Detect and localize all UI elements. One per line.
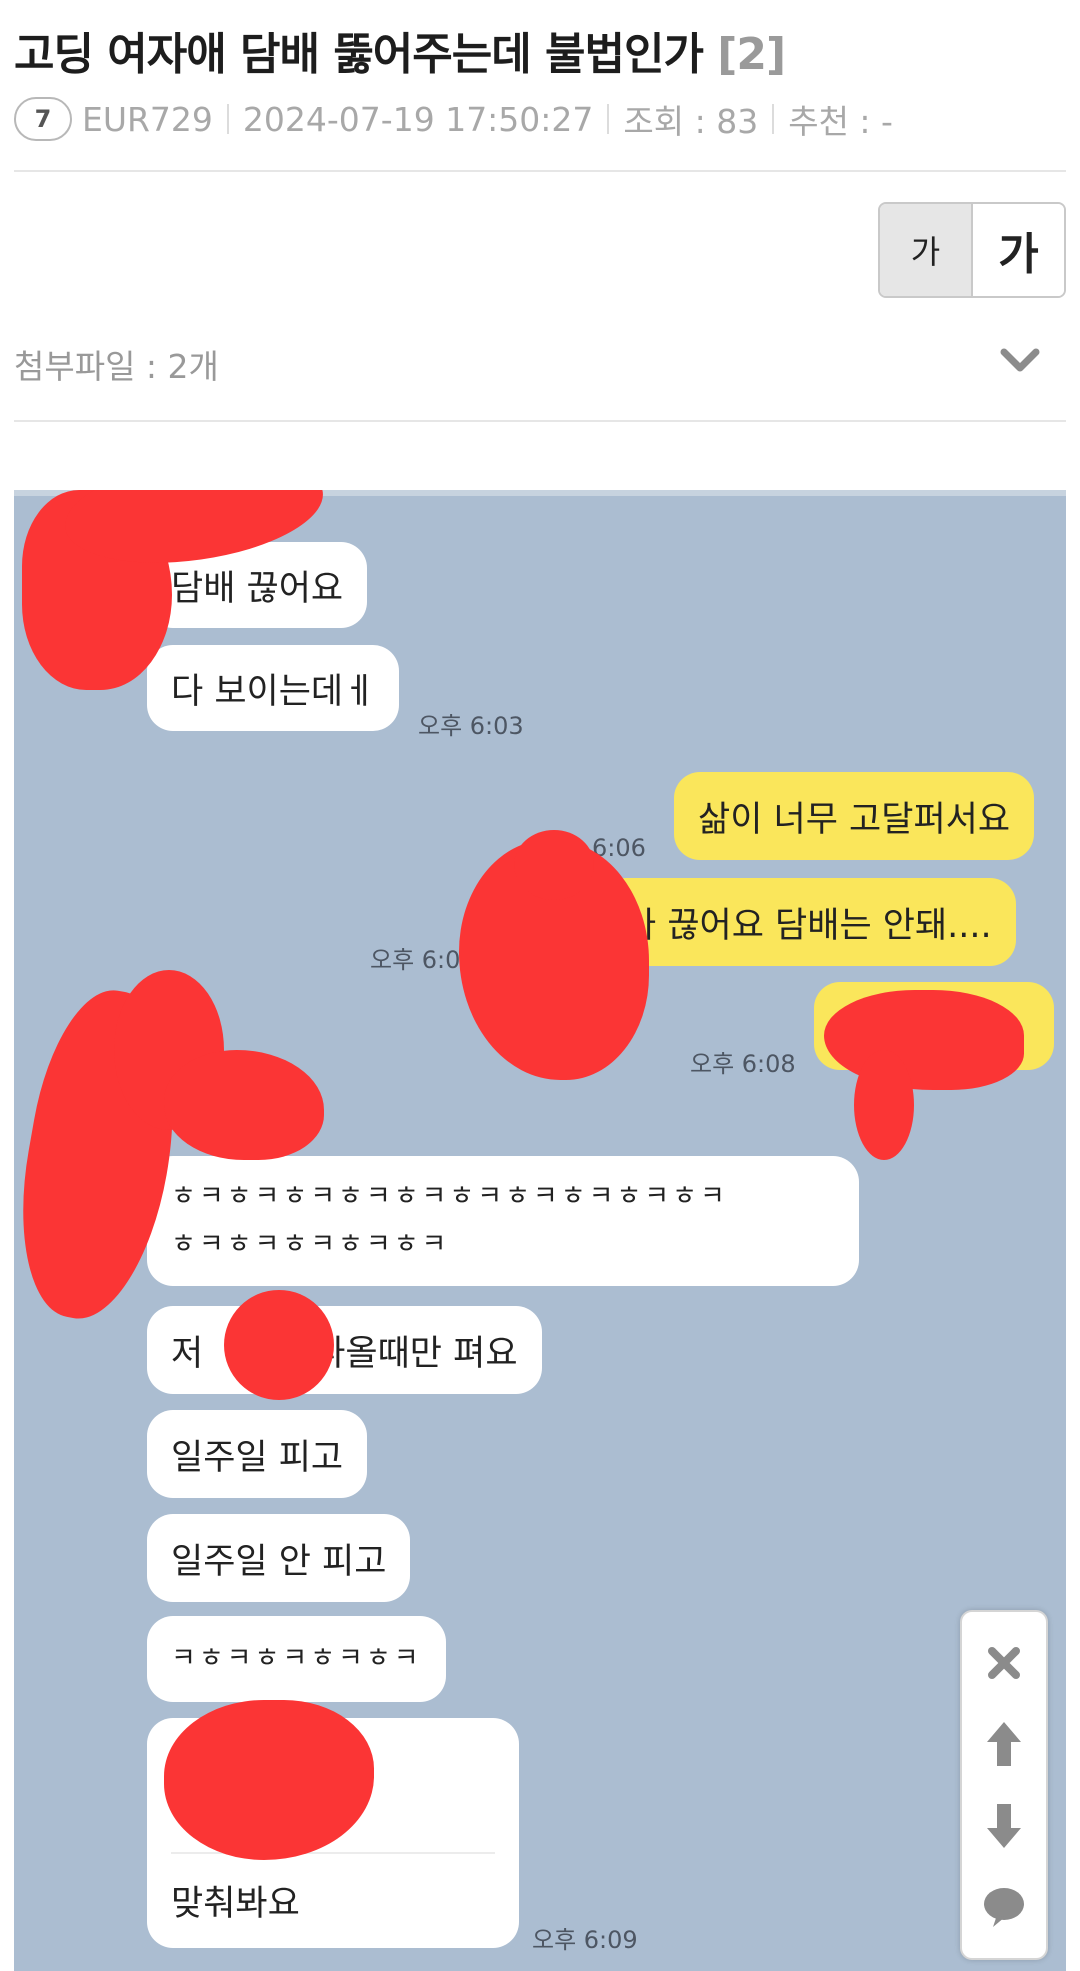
chat-text: 일주일 피고	[171, 1437, 344, 1478]
chat-text: 저	[171, 1333, 204, 1374]
chat-text: 일주일 안 피고	[171, 1541, 387, 1582]
comment-bubble-icon	[984, 1888, 1024, 1928]
scroll-bottom-button[interactable]	[974, 1796, 1034, 1856]
author-level: 7	[34, 105, 52, 133]
chat-bubble: ㅋㅎㅋㅎㅋㅎㅋㅎㅋ	[147, 1616, 446, 1702]
close-button[interactable]	[974, 1633, 1034, 1693]
chat-text: ㅋㅎㅋㅎㅋㅎㅋㅎㅋ	[171, 1643, 422, 1674]
chevron-down-icon[interactable]	[1000, 346, 1040, 376]
chat-bubble: 일주일 안 피고	[147, 1514, 411, 1602]
close-icon	[988, 1646, 1020, 1679]
arrow-up-icon	[987, 1722, 1021, 1767]
chat-text: 삶이 너무 고달퍼서요	[698, 799, 1011, 840]
redaction-mark	[854, 1050, 914, 1160]
level-badge-icon: 7	[14, 97, 72, 141]
chat-bubble: 저 나올때만 펴요	[147, 1306, 542, 1394]
chat-time: 오후 6:03	[418, 712, 524, 740]
font-size-toggle: 가 가	[878, 202, 1066, 298]
comment-count[interactable]: [2]	[717, 29, 786, 80]
font-small-button[interactable]: 가	[880, 204, 973, 296]
chat-screenshot: 담배 끊어요 다 보이는데ㅔ 오후 6:03 삶이 너무 고달퍼서요 6:06 …	[14, 490, 1066, 1971]
chat-bubble: ㅎㅋㅎㅋㅎㅋㅎㅋㅎㅋㅎㅋㅎㅋㅎㅋㅎㅋㅎㅋ ㅎㅋㅎㅋㅎㅋㅎㅋㅎㅋ	[147, 1156, 859, 1286]
chat-text: 나올때만 펴요	[313, 1333, 518, 1374]
chat-time: 오후 6:0	[370, 946, 461, 974]
scroll-top-button[interactable]	[974, 1714, 1034, 1774]
post-title-text: 고딩 여자애 담배 뚫어주는데 불법인가	[14, 29, 704, 80]
chat-bubble: 나 끊어요 담배는 안돼....	[600, 878, 1016, 966]
attachment-label[interactable]: 첨부파일 : 2개	[14, 340, 219, 388]
chat-bubble: 다 보이는데ㅔ	[147, 645, 400, 731]
redaction-mark	[224, 1290, 334, 1400]
chat-text: 담배 끊어요	[171, 568, 344, 609]
chat-text: 다 보이는데ㅔ	[171, 671, 376, 712]
recommend-count: 추천 : -	[788, 102, 893, 141]
chat-bubble: 일주일 피고	[147, 1410, 368, 1498]
meta-separator	[607, 104, 610, 134]
chat-text: 맞춰봐요	[171, 1884, 300, 1924]
chat-time: 오후 6:09	[532, 1926, 638, 1954]
redaction-mark	[164, 1050, 324, 1160]
redaction-mark	[824, 990, 1024, 1090]
comments-button[interactable]	[974, 1877, 1034, 1937]
attachment-divider	[14, 420, 1066, 422]
header-divider	[14, 170, 1066, 172]
post-date: 2024-07-19 17:50:27	[242, 99, 594, 139]
chat-time: 오후 6:08	[690, 1050, 796, 1078]
meta-separator	[772, 104, 775, 134]
chat-text: 나 끊어요 담배는 안돼....	[624, 905, 992, 946]
font-large-button[interactable]: 가	[973, 204, 1064, 296]
redaction-mark	[514, 830, 594, 900]
chat-text: ㅎㅋㅎㅋㅎㅋㅎㅋㅎㅋㅎㅋㅎㅋㅎㅋㅎㅋㅎㅋ	[171, 1181, 728, 1212]
chat-text: ㅎㅋㅎㅋㅎㅋㅎㅋㅎㅋ	[171, 1229, 450, 1260]
arrow-down-icon	[987, 1803, 1021, 1848]
view-count: 조회 : 83	[623, 102, 759, 141]
meta-separator	[226, 104, 229, 134]
floating-nav	[960, 1610, 1048, 1960]
chat-bubble: 삶이 너무 고달퍼서요	[674, 772, 1035, 860]
post-meta: 7 EUR729 2024-07-19 17:50:27 조회 : 83 추천 …	[14, 96, 893, 142]
author-name[interactable]: EUR729	[82, 100, 213, 139]
post-title: 고딩 여자애 담배 뚫어주는데 불법인가 [2]	[14, 18, 786, 82]
